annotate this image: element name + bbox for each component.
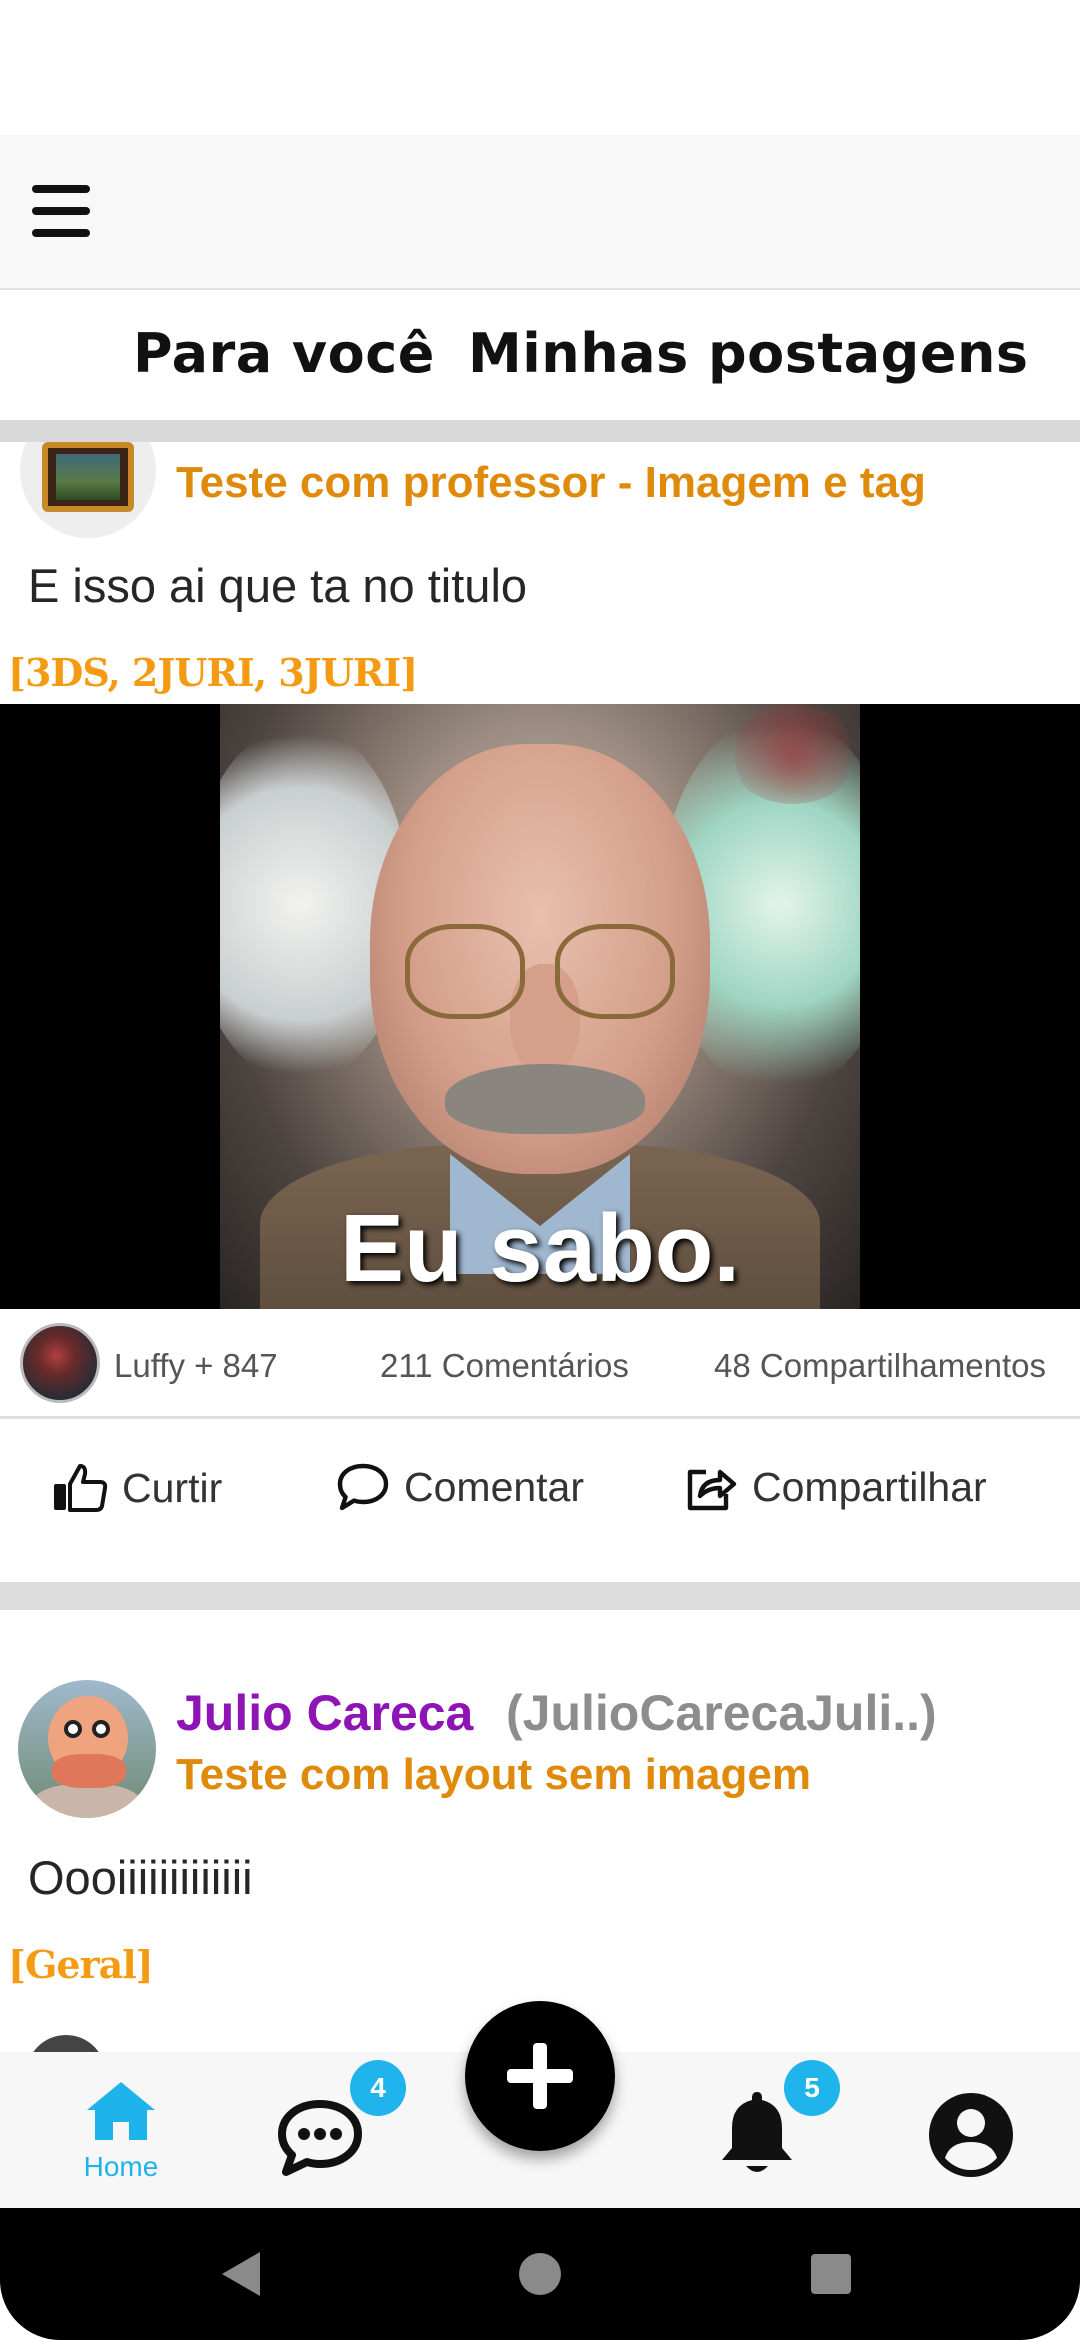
like-label: Curtir bbox=[122, 1464, 223, 1511]
tab-my-posts[interactable]: Minhas postagens bbox=[468, 322, 1029, 385]
post-tags[interactable]: [Geral] bbox=[8, 1942, 154, 1987]
divider bbox=[0, 1582, 1080, 1610]
author-handle: (JulioCarecaJuli..) bbox=[506, 1685, 937, 1741]
post-tags[interactable]: [3DS, 2JURI, 3JURI] bbox=[8, 650, 418, 695]
avatar[interactable] bbox=[20, 442, 156, 538]
back-icon[interactable] bbox=[222, 2252, 260, 2296]
likes-count[interactable]: Luffy + 847 bbox=[114, 1347, 278, 1385]
post-actions: Curtir Comentar Compartilhar bbox=[0, 1422, 1080, 1552]
home-icon bbox=[87, 2082, 155, 2140]
image-caption: Eu sabo. bbox=[339, 1195, 741, 1302]
chat-icon bbox=[278, 2100, 362, 2176]
post-title: Teste com layout sem imagem bbox=[176, 1750, 811, 1799]
speech-bubble-icon bbox=[337, 1463, 389, 1511]
notifications-badge: 5 bbox=[784, 2060, 840, 2116]
hamburger-icon[interactable] bbox=[30, 183, 94, 239]
comment-label: Comentar bbox=[404, 1463, 585, 1510]
add-post-button[interactable] bbox=[465, 2001, 615, 2151]
nav-home-label: Home bbox=[83, 2151, 159, 2182]
chat-badge: 4 bbox=[350, 2060, 406, 2116]
share-label: Compartilhar bbox=[752, 1463, 987, 1510]
tab-for-you[interactable]: Para você bbox=[133, 322, 435, 385]
divider bbox=[0, 420, 1080, 442]
comments-count[interactable]: 211 Comentários bbox=[380, 1347, 629, 1385]
recent-apps-icon[interactable] bbox=[811, 2254, 851, 2294]
post-image[interactable]: Eu sabo. bbox=[0, 704, 1080, 1309]
comment-button[interactable]: Comentar bbox=[336, 1462, 584, 1512]
nav-profile[interactable] bbox=[928, 2092, 1014, 2183]
avatar[interactable] bbox=[18, 1680, 156, 1818]
share-button[interactable]: Compartilhar bbox=[684, 1462, 987, 1512]
post-body: E isso ai que ta no titulo bbox=[28, 559, 528, 612]
status-bar bbox=[0, 0, 1080, 135]
nav-home[interactable]: Home bbox=[66, 2080, 176, 2183]
author-name[interactable]: Julio Careca bbox=[176, 1684, 473, 1742]
account-circle-icon bbox=[929, 2093, 1013, 2177]
shares-count[interactable]: 48 Compartilhamentos bbox=[714, 1347, 1046, 1385]
painting-frame-icon bbox=[42, 442, 134, 512]
meme-photo: Eu sabo. bbox=[220, 704, 860, 1309]
thumbs-up-icon bbox=[54, 1464, 108, 1512]
liker-avatar bbox=[20, 1323, 100, 1403]
app-bar bbox=[0, 135, 1080, 290]
post-body: Oooiiiiiiiiiiiii bbox=[28, 1851, 253, 1904]
post-card: Teste com professor - Imagem e tag E iss… bbox=[0, 442, 1080, 1582]
like-button[interactable]: Curtir bbox=[52, 1462, 222, 1514]
share-arrow-icon bbox=[687, 1469, 737, 1511]
post-title: Teste com professor - Imagem e tag bbox=[176, 458, 926, 507]
system-navigation-bar bbox=[0, 2208, 1080, 2340]
post-stats: Luffy + 847 211 Comentários 48 Compartil… bbox=[0, 1309, 1080, 1419]
feed-tabs: Para você Minhas postagens bbox=[0, 292, 1080, 420]
nav-chat[interactable] bbox=[276, 2098, 364, 2183]
home-circle-icon[interactable] bbox=[519, 2253, 561, 2295]
